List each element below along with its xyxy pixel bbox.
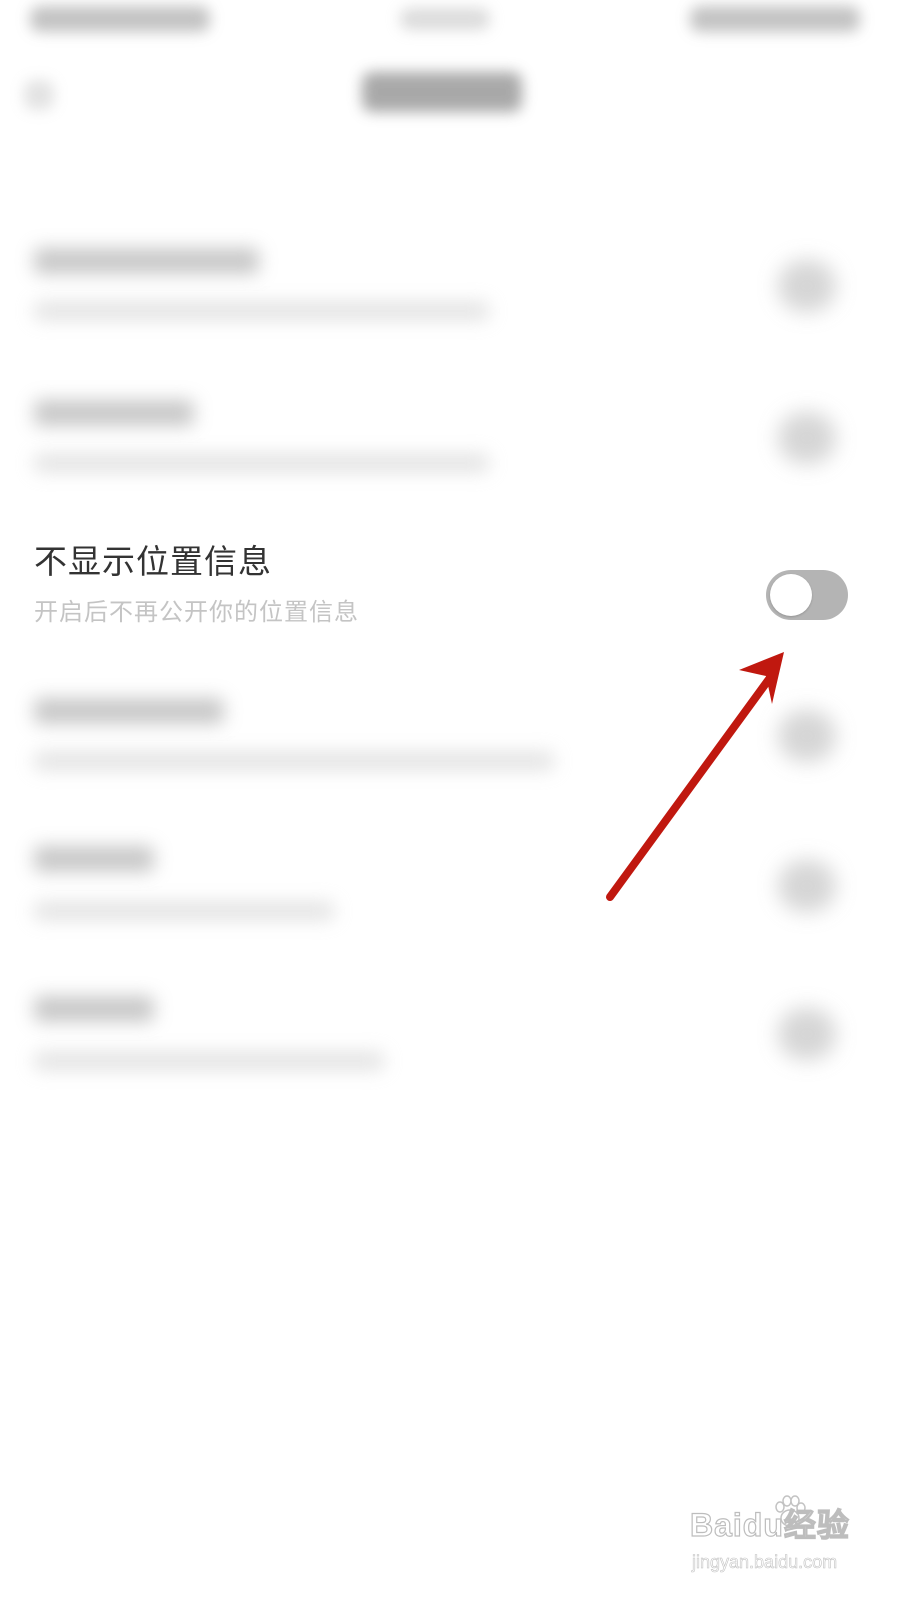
toggle-knob: [770, 574, 812, 616]
setting-row-blurred: [0, 960, 900, 1110]
setting-title-blur: [34, 846, 154, 872]
setting-title-blur: [34, 248, 259, 274]
page-title-blur: [362, 72, 522, 112]
status-bar-right-blur: [690, 6, 860, 32]
status-bar-center-blur: [400, 8, 490, 30]
setting-desc-blur: [34, 1052, 384, 1070]
settings-list: [0, 210, 900, 1110]
status-bar: [0, 0, 900, 50]
setting-toggle-blur[interactable]: [778, 860, 836, 912]
setting-title-blur: [34, 698, 224, 724]
setting-toggle-blur[interactable]: [778, 260, 836, 312]
setting-row-blurred: [0, 660, 900, 810]
hide-location-toggle[interactable]: [766, 570, 848, 620]
setting-row-spacer: [0, 510, 900, 660]
header: [0, 50, 900, 140]
setting-row-blurred: [0, 360, 900, 510]
setting-desc-blur: [34, 454, 489, 472]
setting-row-blurred: [0, 210, 900, 360]
setting-toggle-blur[interactable]: [778, 412, 836, 464]
setting-title-blur: [34, 400, 194, 426]
setting-toggle-blur[interactable]: [778, 1008, 836, 1060]
back-button-blur[interactable]: [24, 80, 54, 110]
watermark-logo: Baidu经验: [689, 1506, 850, 1543]
setting-toggle-blur[interactable]: [778, 710, 836, 762]
watermark-url: jingyan.baidu.com: [692, 1552, 838, 1573]
setting-row-blurred: [0, 810, 900, 960]
setting-desc-blur: [34, 902, 334, 920]
baidu-jingyan-watermark: Baidu经验 jingyan.baidu.com: [689, 1495, 870, 1590]
status-bar-left-blur: [30, 6, 210, 32]
setting-desc-blur: [34, 302, 489, 320]
setting-title-blur: [34, 996, 154, 1022]
setting-desc-blur: [34, 752, 554, 770]
